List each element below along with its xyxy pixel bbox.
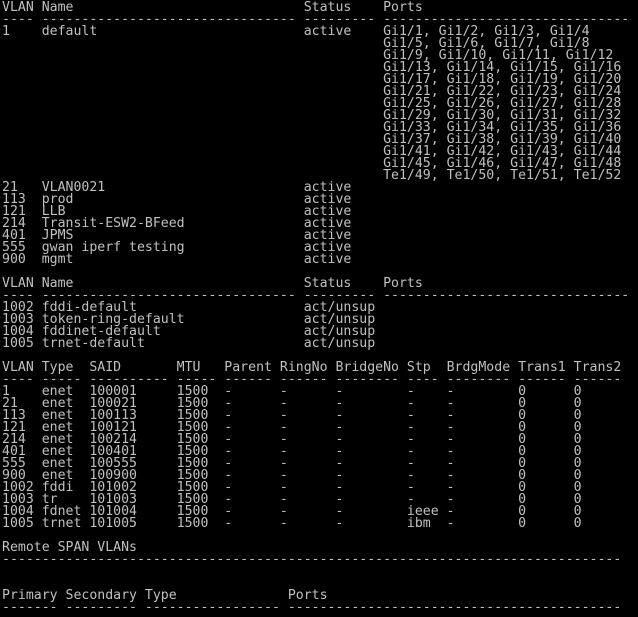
terminal-window[interactable]: VLAN Name Status Ports ---- -------------… xyxy=(0,0,638,617)
terminal-line: 1005 trnet 101005 1500 - - - ibm - 0 0 xyxy=(2,516,582,531)
terminal-line: ------- --------- ----------------- ----… xyxy=(2,600,622,615)
terminal-line: 900 mgmt active xyxy=(2,252,352,267)
terminal-line: ----------------------------------------… xyxy=(2,552,622,567)
terminal-line: 1005 trnet-default act/unsup xyxy=(2,336,376,351)
terminal-output: VLAN Name Status Ports ---- -------------… xyxy=(2,1,629,615)
